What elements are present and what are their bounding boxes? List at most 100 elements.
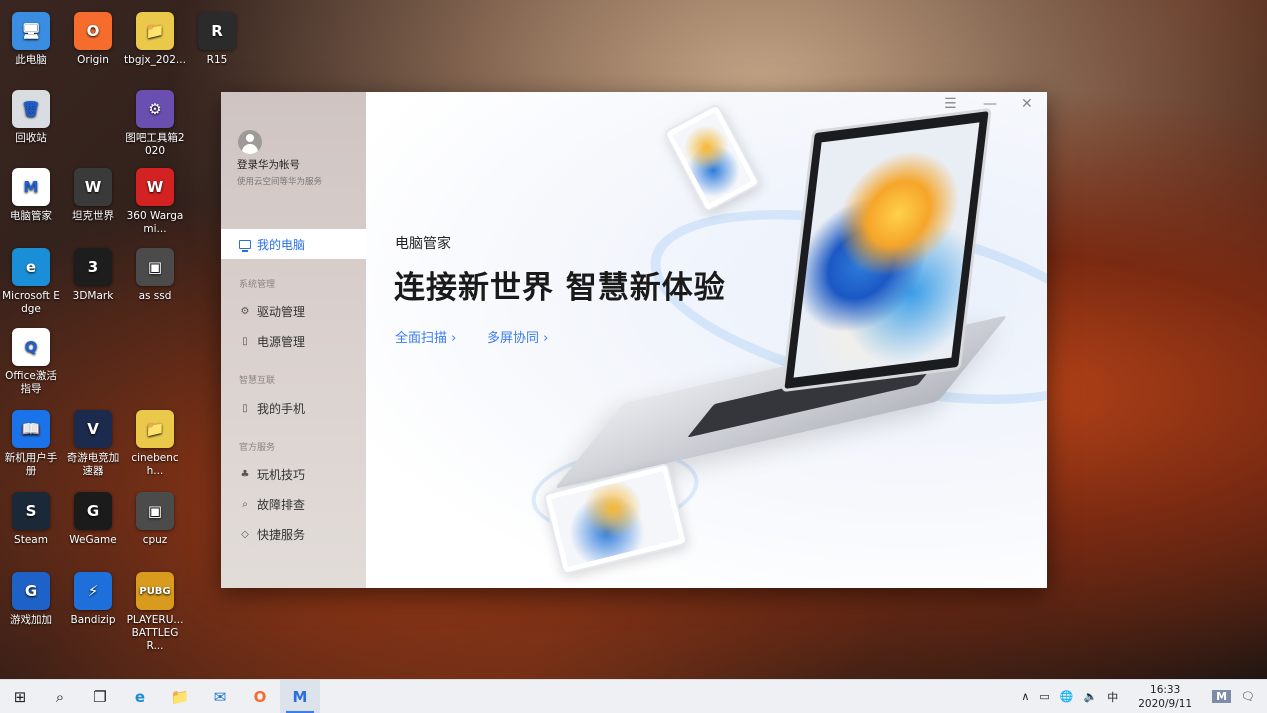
sidebar: 登录华为帐号 使用云空间等华为服务 我的电脑 系统管理 ⚙ 驱动管理 ▯ 电源管… <box>221 92 366 588</box>
app-icon: ▣ <box>136 248 174 286</box>
search-button[interactable]: ⌕ <box>40 680 80 713</box>
clock[interactable]: 16:33 2020/9/11 <box>1133 683 1197 711</box>
minimize-button[interactable]: — <box>983 96 997 112</box>
ime-indicator[interactable]: 中 <box>1107 689 1118 705</box>
app-icon: PUBG <box>136 572 174 610</box>
volume-icon[interactable]: 🔈 <box>1084 690 1098 703</box>
pc-manager-icon: M <box>292 687 308 706</box>
task-view-button[interactable]: ❐ <box>80 680 120 713</box>
desktop-icon-label: as ssd <box>138 290 172 302</box>
chevron-up-icon[interactable]: ∧ <box>1021 690 1029 703</box>
app-icon: W <box>74 168 112 206</box>
desktop-icon[interactable]: Q Office激活指导 <box>0 328 62 396</box>
full-scan-link[interactable]: 全面扫描 › <box>395 327 456 346</box>
taskbar-mail[interactable]: ✉ <box>200 680 240 713</box>
mail-icon: ✉ <box>213 687 227 706</box>
desktop-icon-label: Office激活指导 <box>5 370 57 395</box>
notification-icon[interactable]: 🗨 <box>1241 690 1255 703</box>
avatar-icon[interactable] <box>238 130 262 154</box>
phone-icon: ▯ <box>242 403 248 414</box>
main-panel: ☰ — ✕ 电脑管家 连接新世界 智慧新体验 全面扫描 › 多屏协同 › <box>366 92 1047 588</box>
multi-screen-link[interactable]: 多屏协同 › <box>487 327 548 346</box>
app-icon: S <box>12 492 50 530</box>
desktop-icon[interactable]: 🗑 回收站 <box>0 90 62 145</box>
shield-icon: ◇ <box>241 529 249 540</box>
desktop-icon[interactable]: ▣ cpuz <box>124 492 186 547</box>
app-icon: ⚡ <box>74 572 112 610</box>
app-icon: 3 <box>74 248 112 286</box>
battery-icon[interactable]: ▭ <box>1039 690 1049 703</box>
date: 2020/9/11 <box>1138 697 1193 710</box>
taskbar-explorer[interactable]: 📁 <box>160 680 200 713</box>
app-icon: G <box>74 492 112 530</box>
desktop-icon-label: WeGame <box>69 534 117 546</box>
desktop-icon-label: 360 Wargami... <box>126 210 184 235</box>
desktop-icon-label: 电脑管家 <box>10 210 52 222</box>
group-official-service: 官方服务 <box>239 443 276 453</box>
desktop-icon[interactable]: W 坦克世界 <box>62 168 124 223</box>
app-icon: 🗑 <box>12 90 50 128</box>
desktop-icon[interactable]: ⚡ Bandizip <box>62 572 124 627</box>
desktop-icon[interactable]: 📖 新机用户手册 <box>0 410 62 478</box>
nav-my-computer[interactable]: 我的电脑 <box>221 229 366 259</box>
desktop-icon-label: 奇游电竞加速器 <box>66 452 120 477</box>
nav-driver-management[interactable]: ⚙ 驱动管理 <box>239 303 306 320</box>
menu-icon[interactable]: ☰ <box>944 96 957 112</box>
taskbar-pc-manager[interactable]: M <box>280 680 320 713</box>
taskbar-edge[interactable]: e <box>120 680 160 713</box>
desktop-icon[interactable]: V 奇游电竞加速器 <box>62 410 124 478</box>
desktop-icon[interactable]: PUBG PLAYERU... BATTLEGR... <box>124 572 186 653</box>
desktop-icon-label: tbgjx_202... <box>124 54 186 66</box>
nav-power-management[interactable]: ▯ 电源管理 <box>239 333 305 350</box>
desktop-icon[interactable]: ⚙ 图吧工具箱2020 <box>124 90 186 158</box>
app-icon: e <box>12 248 50 286</box>
headline: 连接新世界 智慧新体验 <box>394 270 726 306</box>
nav-item-label: 快捷服务 <box>257 528 306 542</box>
system-tray: ∧ ▭ 🌐 🔈 中 16:33 2020/9/11 M 🗨 <box>1016 680 1267 713</box>
login-huawei-account[interactable]: 登录华为帐号 <box>237 157 300 172</box>
folder-icon: 📁 <box>170 687 190 706</box>
desktop-icon[interactable]: G WeGame <box>62 492 124 547</box>
desktop-icon[interactable]: S Steam <box>0 492 62 547</box>
pc-manager-tray-icon[interactable]: M <box>1212 690 1232 703</box>
close-button[interactable]: ✕ <box>1021 96 1033 112</box>
desktop-icon[interactable]: G 游戏加加 <box>0 572 62 627</box>
desktop-icon[interactable]: R R15 <box>186 12 248 67</box>
desktop-icon[interactable]: M 电脑管家 <box>0 168 62 223</box>
network-icon[interactable]: 🌐 <box>1060 690 1074 703</box>
nav-quick-service[interactable]: ◇ 快捷服务 <box>239 526 305 543</box>
desktop-icon[interactable]: e Microsoft Edge <box>0 248 62 316</box>
desktop-icon[interactable]: 📁 tbgjx_202... <box>124 12 186 67</box>
nav-tips[interactable]: ♣ 玩机技巧 <box>239 466 306 483</box>
app-name: 电脑管家 <box>395 236 451 252</box>
taskbar-origin[interactable]: O <box>240 680 280 713</box>
desktop-icon[interactable]: W 360 Wargami... <box>124 168 186 236</box>
desktop-icon[interactable]: O Origin <box>62 12 124 67</box>
app-icon: R <box>198 12 236 50</box>
app-icon: W <box>136 168 174 206</box>
nav-item-label: 驱动管理 <box>257 305 306 319</box>
app-icon: G <box>12 572 50 610</box>
nav-my-computer-label: 我的电脑 <box>257 237 306 252</box>
app-icon: Q <box>12 328 50 366</box>
desktop-icon[interactable]: 3 3DMark <box>62 248 124 303</box>
desktop-icon-label: 回收站 <box>15 132 47 144</box>
app-icon: 📁 <box>136 12 174 50</box>
desktop-icon[interactable]: 📁 cinebench... <box>124 410 186 478</box>
nav-troubleshoot[interactable]: ⌕ 故障排查 <box>239 496 305 513</box>
desktop-icon-label: cpuz <box>142 534 168 546</box>
edge-icon: e <box>134 687 146 706</box>
desktop-icon-label: Steam <box>14 534 48 546</box>
taskbar: ⊞ ⌕ ❐ e 📁 ✉ O M ∧ ▭ 🌐 🔈 中 16:33 2020/9/1… <box>0 679 1267 713</box>
search-icon: ⌕ <box>242 499 248 510</box>
desktop-icon-label: R15 <box>206 54 228 66</box>
nav-my-phone[interactable]: ▯ 我的手机 <box>239 400 305 417</box>
group-system-management: 系统管理 <box>239 280 276 290</box>
tips-icon: ♣ <box>240 469 250 480</box>
desktop-icon-label: 此电脑 <box>15 54 47 66</box>
desktop-icon-label: 坦克世界 <box>72 210 114 222</box>
battery-icon: ▯ <box>242 336 248 347</box>
desktop-icon[interactable]: ▣ as ssd <box>124 248 186 303</box>
start-button[interactable]: ⊞ <box>0 680 40 713</box>
desktop-icon[interactable]: 🖥 此电脑 <box>0 12 62 67</box>
